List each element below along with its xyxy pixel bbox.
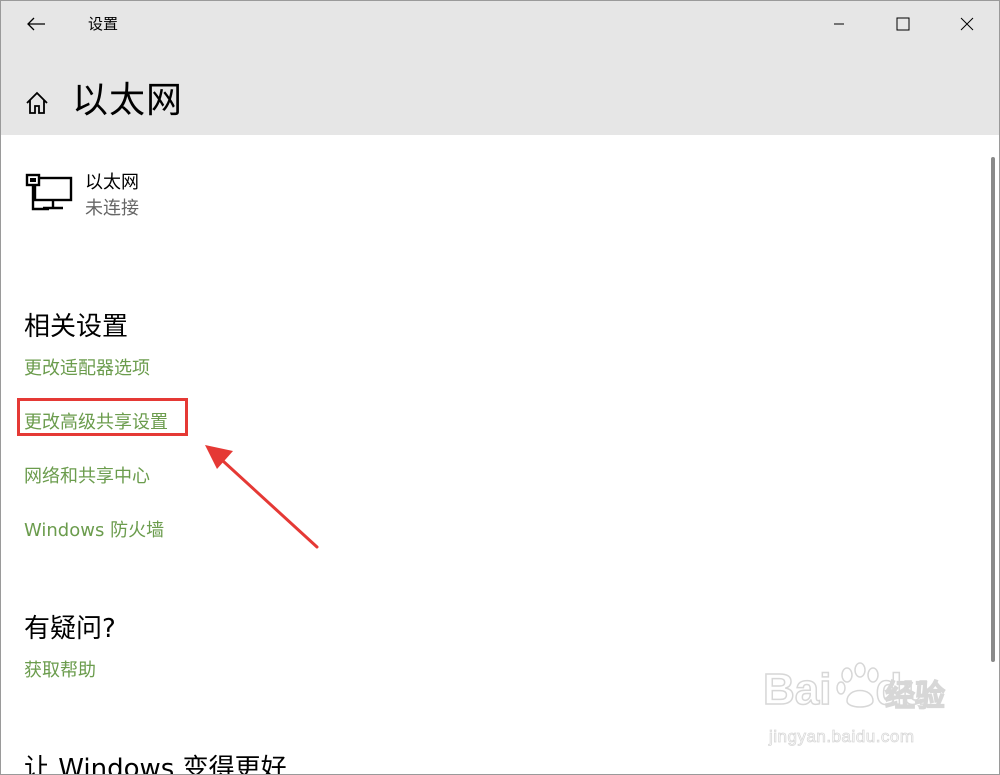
back-button[interactable] — [13, 7, 59, 41]
related-settings-heading: 相关设置 — [24, 312, 129, 342]
baidu-jingyan-watermark: Bai du 经验 jingyan.baidu.com — [762, 662, 953, 761]
connection-name[interactable]: 以太网 — [85, 171, 139, 195]
questions-heading: 有疑问? — [24, 614, 116, 644]
home-button[interactable] — [23, 89, 51, 117]
page-title: 以太网 — [72, 80, 184, 121]
link-get-help[interactable]: 获取帮助 — [24, 658, 96, 684]
watermark-url: jingyan.baidu.com — [769, 727, 915, 747]
close-icon — [960, 17, 974, 31]
back-arrow-icon — [27, 17, 45, 31]
link-network-sharing-center[interactable]: 网络和共享中心 — [24, 464, 150, 490]
watermark-jingyan-text: 经验 — [884, 678, 945, 714]
annotation-highlight-box — [17, 398, 188, 436]
feedback-heading: 让 Windows 变得更好 — [24, 754, 287, 775]
app-title: 设置 — [88, 15, 119, 33]
home-icon — [26, 91, 48, 114]
maximize-button[interactable] — [871, 1, 935, 47]
minimize-button[interactable] — [807, 1, 871, 47]
close-button[interactable] — [935, 1, 999, 47]
title-bar: 设置 以太网 — [1, 1, 999, 135]
paw-icon — [836, 662, 879, 708]
annotation-arrow-icon — [205, 445, 319, 549]
ethernet-network-icon — [25, 173, 73, 211]
connection-status: 未连接 — [85, 198, 139, 219]
link-change-adapter-options[interactable]: 更改适配器选项 — [24, 356, 150, 382]
link-windows-firewall[interactable]: Windows 防火墙 — [24, 518, 164, 544]
minimize-icon — [834, 23, 844, 25]
settings-window: 设置 以太网 以太网 未连接 相关设置 更改适配器选项 更改高级共享设置 网络和… — [0, 0, 1000, 775]
maximize-icon — [896, 17, 910, 31]
scrollbar[interactable] — [991, 157, 995, 662]
